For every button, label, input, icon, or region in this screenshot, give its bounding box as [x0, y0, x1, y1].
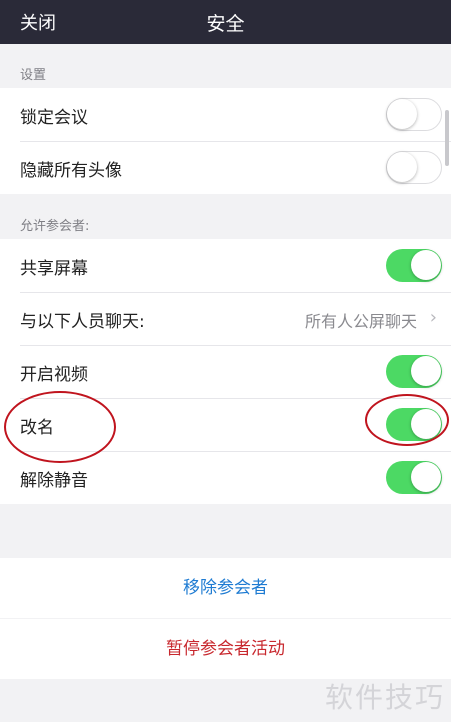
- section-header-allow-participants: 允许参会者:: [20, 219, 90, 234]
- row-hide-avatars: 隐藏所有头像: [0, 141, 451, 194]
- share-screen-toggle[interactable]: [386, 249, 442, 282]
- toggle-knob: [411, 462, 441, 492]
- scrollbar[interactable]: [445, 110, 449, 166]
- nav-bar: 关闭 安全: [0, 0, 451, 44]
- settings-group: 锁定会议 隐藏所有头像: [0, 88, 451, 194]
- watermark: 软件技巧: [324, 681, 445, 714]
- pause-participant-activity-button[interactable]: 暂停参会者活动: [0, 619, 451, 679]
- row-label: 解除静音: [20, 471, 88, 491]
- annotation-circle-label: [4, 391, 116, 463]
- annotation-circle-toggle: [365, 394, 449, 446]
- section-header-settings: 设置: [20, 68, 47, 83]
- chevron-right-icon: ›: [429, 307, 437, 328]
- toggle-knob: [387, 152, 417, 182]
- row-chat-with[interactable]: 与以下人员聊天: 所有人公屏聊天 ›: [0, 292, 451, 345]
- toggle-knob: [387, 99, 417, 129]
- hide-avatars-toggle[interactable]: [386, 151, 442, 184]
- row-label: 开启视频: [20, 365, 88, 385]
- row-start-video: 开启视频: [0, 345, 451, 398]
- remove-participant-button[interactable]: 移除参会者: [0, 558, 451, 618]
- row-label: 共享屏幕: [20, 259, 88, 279]
- row-lock-meeting: 锁定会议: [0, 88, 451, 141]
- row-label: 与以下人员聊天:: [20, 312, 145, 332]
- page-title: 安全: [206, 13, 245, 35]
- unmute-toggle[interactable]: [386, 461, 442, 494]
- toggle-knob: [411, 250, 441, 280]
- lock-meeting-toggle[interactable]: [386, 98, 442, 131]
- row-share-screen: 共享屏幕: [0, 239, 451, 292]
- start-video-toggle[interactable]: [386, 355, 442, 388]
- row-label: 隐藏所有头像: [20, 161, 122, 181]
- toggle-knob: [411, 356, 441, 386]
- row-label: 锁定会议: [20, 108, 88, 128]
- chat-permission-value: 所有人公屏聊天: [304, 312, 417, 331]
- participants-group: 共享屏幕 与以下人员聊天: 所有人公屏聊天 › 开启视频 改名 解除静音: [0, 239, 451, 504]
